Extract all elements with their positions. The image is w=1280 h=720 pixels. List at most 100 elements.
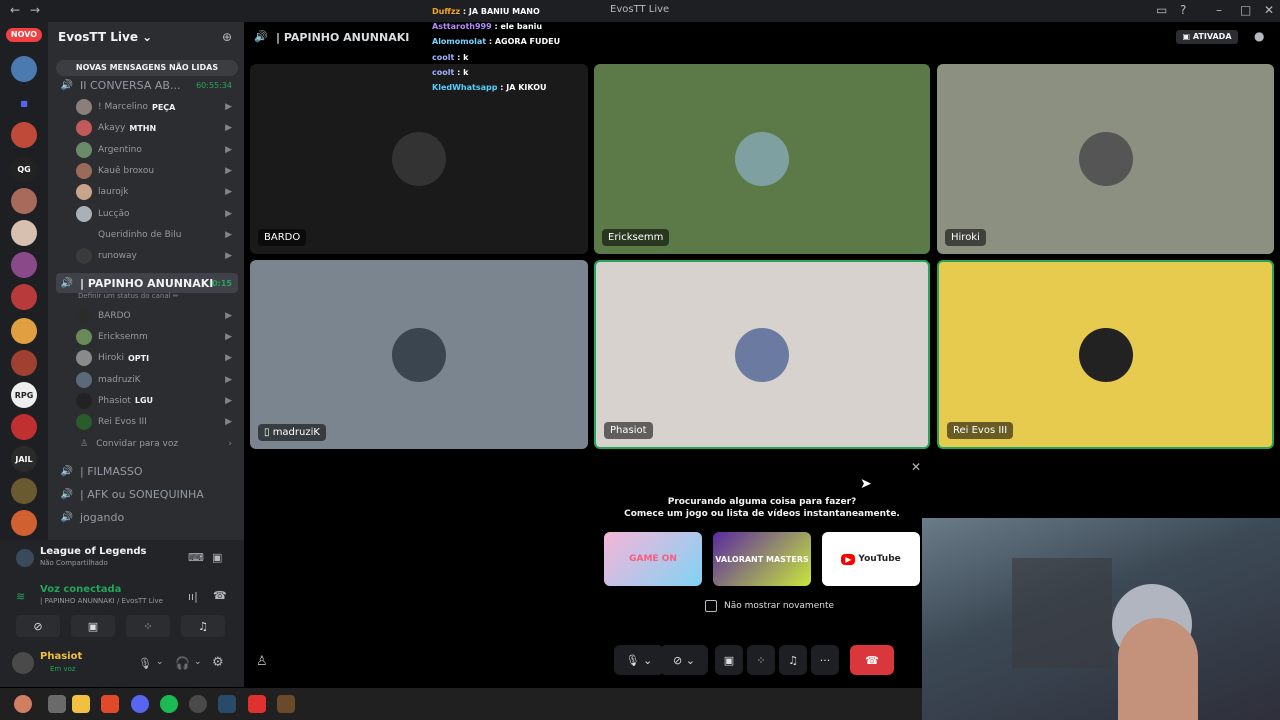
unread-banner[interactable]: NOVAS MENSAGENS NÃO LIDAS [56, 60, 238, 76]
voice-user[interactable]: Akayy MTHN ▶ [76, 118, 238, 138]
voice-user[interactable]: runoway ▶ [76, 246, 238, 266]
voice-channel-conversa[interactable]: 🔊 II CONVERSA AB... 60:55:34 [56, 75, 238, 95]
user-avatar [76, 329, 92, 346]
server-icon[interactable]: JAIL [11, 446, 37, 472]
user-tag: OPTI [128, 353, 150, 363]
more-options-button[interactable]: ··· [811, 645, 839, 675]
video-camera-icon: ▶ [225, 229, 232, 240]
server-icon[interactable] [11, 318, 37, 344]
help-icon[interactable]: ? [1180, 3, 1186, 17]
noise-suppression-icon[interactable]: ıı| [188, 590, 198, 603]
server-header[interactable]: EvosTT Live ⌄ [48, 22, 244, 54]
video-tile-hiroki[interactable]: Hiroki [937, 64, 1274, 254]
voice-user-name: laurojk [98, 187, 129, 198]
chevron-down-icon[interactable]: ⌄ [194, 657, 202, 667]
voice-user[interactable]: ! Marcelino PEÇA ▶ [76, 97, 238, 117]
voice-user[interactable]: Phasiot LGU ▶ [76, 391, 238, 411]
invite-user-icon[interactable]: ♙ [256, 654, 268, 669]
voice-channel-afk[interactable]: 🔊 | AFK ou SONEQUINHA [56, 484, 238, 504]
screen-share-icon[interactable]: ▣ [212, 551, 222, 564]
discord-icon[interactable] [131, 695, 149, 713]
close-icon[interactable]: ✕ [911, 460, 921, 474]
voice-user[interactable]: laurojk ▶ [76, 182, 238, 202]
soundboard-button[interactable]: ♫ [181, 615, 225, 637]
microphone-icon[interactable]: 🎙 [138, 657, 152, 670]
folder-icon[interactable]: ■ [11, 90, 37, 116]
dont-show-checkbox[interactable] [705, 600, 717, 612]
video-tile-bardo[interactable]: BARDO [250, 64, 588, 254]
inbox-icon[interactable]: ▭ [1156, 3, 1167, 17]
server-icon[interactable] [11, 220, 37, 246]
soundboard-button[interactable]: ♫ [779, 645, 807, 675]
add-member-icon[interactable]: ⊕ [222, 30, 232, 44]
channel-status[interactable]: Definir um status do canal ✏ [78, 292, 179, 300]
share-screen-button[interactable]: ▣ [71, 615, 115, 637]
server-icon[interactable] [11, 510, 37, 536]
voice-user[interactable]: Queridinho de Bilu ▶ [76, 225, 238, 245]
settings-gear-icon[interactable]: ⚙ [212, 655, 224, 670]
activities-button[interactable]: ⁘ [126, 615, 170, 637]
headphones-icon[interactable]: 🎧 [175, 656, 190, 670]
activity-card-youtube[interactable]: ▶ YouTube [822, 532, 920, 586]
video-tile-ericksemm[interactable]: Ericksemm [594, 64, 930, 254]
steam-icon[interactable] [218, 695, 236, 713]
voice-user[interactable]: BARDO ▶ [76, 306, 238, 326]
voice-channel-papinho[interactable]: 🔊 | PAPINHO ANUNNAKI 0:15 [56, 273, 238, 293]
maximize-icon[interactable]: □ [1240, 3, 1251, 17]
voice-user[interactable]: madruziK ▶ [76, 370, 238, 390]
activities-button[interactable]: ⁘ [747, 645, 775, 675]
chat-bubble-icon[interactable]: ● [1254, 29, 1264, 43]
spotify-icon[interactable] [160, 695, 178, 713]
voice-user[interactable]: Hiroki OPTI ▶ [76, 348, 238, 368]
app-icon[interactable] [248, 695, 266, 713]
user-avatar[interactable] [12, 652, 34, 674]
voice-user[interactable]: Rei Evos III ▶ [76, 412, 238, 432]
camera-off-button[interactable]: ⊘ [16, 615, 60, 637]
brave-icon[interactable] [101, 695, 119, 713]
folder-icon[interactable] [72, 695, 90, 713]
participant-avatar [735, 132, 789, 186]
voice-connected-channel[interactable]: | PAPINHO ANUNNAKI / EvosTT Live [40, 597, 163, 605]
start-icon[interactable] [14, 695, 32, 713]
server-icon[interactable] [11, 414, 37, 440]
back-arrow-icon[interactable]: ← [10, 3, 20, 17]
app-icon[interactable] [277, 695, 295, 713]
voice-connected-label[interactable]: Voz conectada [40, 584, 121, 595]
server-icon[interactable] [11, 56, 37, 82]
server-icon[interactable] [11, 188, 37, 214]
activity-card-gameon[interactable]: GAME ON [604, 532, 702, 586]
voice-user[interactable]: Argentino ▶ [76, 140, 238, 160]
mute-button[interactable]: 🎙 ⌄ [614, 645, 664, 675]
server-icon[interactable] [11, 122, 37, 148]
server-icon[interactable] [11, 252, 37, 278]
voice-channel-filmasso[interactable]: 🔊 | FILMASSO [56, 461, 238, 481]
search-icon[interactable] [48, 695, 66, 713]
video-tile-madruzik[interactable]: ▯ madruziK [250, 260, 588, 449]
forward-arrow-icon[interactable]: → [30, 3, 40, 17]
chevron-down-icon[interactable]: ⌄ [156, 657, 164, 667]
activity-card-valorant[interactable]: VALORANT MASTERS [713, 532, 811, 586]
voice-channel-jogando[interactable]: 🔊 jogando [56, 507, 238, 527]
close-window-icon[interactable]: ✕ [1264, 3, 1274, 17]
share-screen-button[interactable]: ▣ [715, 645, 743, 675]
voice-user[interactable]: Lucção ▶ [76, 204, 238, 224]
server-icon[interactable]: QG [11, 156, 37, 182]
disconnect-icon[interactable]: ☎ [213, 589, 227, 602]
voice-user[interactable]: Ericksemm ▶ [76, 327, 238, 347]
participant-avatar [392, 327, 446, 382]
video-tile-rei-evos[interactable]: Rei Evos III [937, 260, 1274, 449]
disconnect-button[interactable]: ☎ [850, 645, 894, 675]
voice-user-name: ! Marcelino [98, 102, 148, 112]
server-icon[interactable] [11, 284, 37, 310]
server-icon[interactable] [11, 350, 37, 376]
chat-message: KledWhatsapp : JA KIKOU [432, 83, 547, 92]
minimize-icon[interactable]: – [1216, 3, 1222, 17]
voice-user[interactable]: Kauê broxou ▶ [76, 161, 238, 181]
video-tile-phasiot[interactable]: Phasiot [594, 260, 930, 449]
camera-button[interactable]: ⊘ ⌄ [660, 645, 708, 675]
server-icon[interactable] [11, 478, 37, 504]
invite-to-voice[interactable]: ♙ Convidar para voz › [76, 434, 238, 454]
server-icon[interactable]: RPG [11, 382, 37, 408]
gamepad-icon[interactable]: ⌨ [188, 551, 204, 564]
obs-icon[interactable] [189, 695, 207, 713]
